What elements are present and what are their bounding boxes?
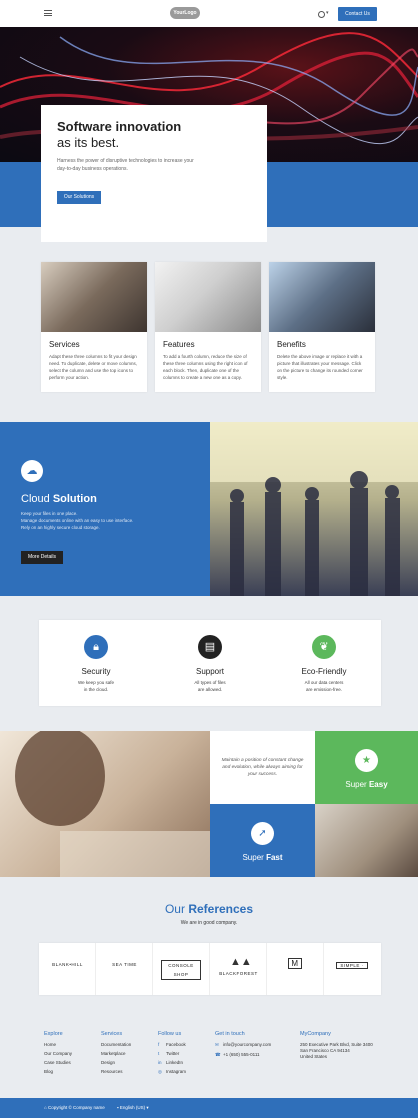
linkedin-icon: in bbox=[158, 1060, 162, 1065]
feature-eco: ❦ Eco-Friendly All our data centers are e… bbox=[267, 620, 381, 706]
footer-services: Services Documentation Marketplace Desig… bbox=[101, 1031, 132, 1074]
features-strip: 🔒︎ Security We keep you safe in the cloud… bbox=[39, 620, 381, 706]
footer-link[interactable]: ☎ +1 (650) 555-0111 bbox=[215, 1052, 271, 1058]
feature-text: All our data centers are emission-free. bbox=[304, 680, 344, 692]
hero-description: Harness the power of disruptive technolo… bbox=[57, 158, 194, 172]
footer-link[interactable]: Blog bbox=[44, 1069, 72, 1074]
reference-logo[interactable]: CONSOLE SHOP bbox=[153, 943, 210, 995]
card-features: Features To add a fourth column, reduce … bbox=[155, 262, 261, 392]
writing-woman-image bbox=[0, 731, 210, 877]
envelope-icon: ✉ bbox=[215, 1042, 219, 1047]
footer-touch: Get in touch ✉ info@yourcompany.com ☎ +1 (… bbox=[215, 1031, 272, 1058]
lock-icon: 🔒︎ bbox=[84, 635, 108, 659]
reference-logo[interactable]: SEA TIME bbox=[96, 943, 153, 995]
reference-logo[interactable]: M bbox=[267, 943, 324, 995]
references-title: Our References bbox=[164, 902, 254, 916]
feature-title: Support bbox=[195, 667, 225, 676]
feature-title: Eco-Friendly bbox=[301, 667, 347, 676]
address-line: San Francisco CA 94134 bbox=[300, 1048, 350, 1053]
super-fast-label: Super Fast bbox=[242, 853, 283, 862]
feature-cards: Services Adapt these three columns to fi… bbox=[41, 262, 376, 392]
feature-text: We keep you safe in the cloud. bbox=[78, 680, 114, 692]
card-text: Delete the above image or replace it wit… bbox=[277, 354, 363, 380]
cloud-section: ☁ Cloud Solution Keep your files in one … bbox=[0, 422, 210, 596]
instagram-icon: ◎ bbox=[158, 1069, 162, 1074]
footer-link[interactable]: Documentation bbox=[101, 1042, 131, 1047]
card-image[interactable] bbox=[269, 262, 375, 332]
footer-link[interactable]: Resources bbox=[101, 1069, 131, 1074]
top-navbar: YourLogo ▾ Contact Us bbox=[0, 0, 418, 27]
reference-logos: BLANK•HILL SEA TIME CONSOLE SHOP BLACKFO… bbox=[39, 943, 381, 995]
card-benefits: Benefits Delete the above image or repla… bbox=[269, 262, 375, 392]
brand-logo[interactable]: YourLogo bbox=[170, 7, 200, 19]
address-line: United States bbox=[300, 1054, 328, 1059]
footer-link[interactable]: in LinkedIn bbox=[158, 1060, 186, 1065]
card-title: Features bbox=[163, 340, 195, 349]
quote-text: Maintain a position of constant change a… bbox=[210, 731, 315, 804]
hero-card: Software innovation as its best. Harness… bbox=[41, 105, 267, 242]
address-line: 250 Executive Park Blvd, Suite 3400 bbox=[300, 1042, 373, 1047]
feature-title: Security bbox=[81, 667, 111, 676]
reference-logo[interactable]: BLACKFOREST ▲▲ bbox=[210, 943, 267, 995]
user-icon[interactable] bbox=[318, 11, 325, 18]
our-solutions-button[interactable]: Our Solutions bbox=[57, 191, 101, 204]
bottom-bar: ⌂ Copyright © Company name ▪ English (US… bbox=[0, 1098, 418, 1118]
contact-us-button[interactable]: Contact Us bbox=[338, 7, 377, 21]
reference-logo[interactable]: SIMPLE · bbox=[324, 943, 381, 995]
team-meeting-image bbox=[315, 804, 418, 877]
hero-section: Software innovation as its best. Harness… bbox=[0, 27, 418, 242]
super-easy-label: Super Easy bbox=[345, 780, 388, 789]
rocket-icon: ➚ bbox=[251, 822, 274, 845]
feature-text: All types of files are allowed. bbox=[194, 680, 226, 692]
footer-follow: Follow us f Facebook t Twitter in LinkedIn … bbox=[158, 1031, 187, 1075]
card-title: Benefits bbox=[277, 340, 306, 349]
footer-explore: Explore Home Our Company Case Studies Bl… bbox=[44, 1031, 73, 1074]
footer-link[interactable]: f Facebook bbox=[158, 1042, 186, 1047]
reference-logo[interactable]: BLANK•HILL bbox=[39, 943, 96, 995]
language-selector[interactable]: ▪ English (US) ▾ bbox=[117, 1105, 149, 1111]
footer-link[interactable]: Case Studies bbox=[44, 1060, 72, 1065]
card-text: To add a fourth column, reduce the size … bbox=[163, 354, 248, 380]
hero-title: Software innovation bbox=[57, 119, 182, 134]
file-icon: ▤ bbox=[198, 635, 222, 659]
leaf-icon: ❦ bbox=[312, 635, 336, 659]
footer-link[interactable]: ✉ info@yourcompany.com bbox=[215, 1042, 271, 1048]
phone-icon: ☎ bbox=[215, 1052, 221, 1057]
card-text: Adapt these three columns to fit your de… bbox=[49, 354, 137, 380]
super-fast-tile: ➚ Super Fast bbox=[210, 804, 315, 877]
footer-link[interactable]: Marketplace bbox=[101, 1051, 131, 1056]
footer-link[interactable]: Home bbox=[44, 1042, 72, 1047]
footer-link[interactable]: t Twitter bbox=[158, 1051, 186, 1056]
cloud-text: Keep your files in one place. Manage doc… bbox=[21, 511, 134, 530]
facebook-icon: f bbox=[158, 1042, 160, 1047]
twitter-icon: t bbox=[158, 1051, 160, 1056]
more-details-button[interactable]: More Details bbox=[21, 551, 63, 564]
super-easy-tile: ★ Super Easy bbox=[315, 731, 418, 804]
card-services: Services Adapt these three columns to fi… bbox=[41, 262, 147, 392]
feature-support: ▤ Support All types of files are allowed. bbox=[153, 620, 267, 706]
business-people-image bbox=[210, 422, 418, 596]
footer-link[interactable]: Our Company bbox=[44, 1051, 72, 1056]
footer: Explore Home Our Company Case Studies Bl… bbox=[0, 1020, 418, 1098]
card-image[interactable] bbox=[41, 262, 147, 332]
cloud-title: Cloud Solution bbox=[21, 493, 97, 505]
feature-security: 🔒︎ Security We keep you safe in the cloud… bbox=[39, 620, 153, 706]
card-title: Services bbox=[49, 340, 80, 349]
card-image[interactable] bbox=[155, 262, 261, 332]
references-subtitle: We are in good company. bbox=[180, 920, 238, 926]
hero-subtitle: as its best. bbox=[57, 135, 120, 150]
chevron-down-icon[interactable]: ▾ bbox=[326, 10, 329, 16]
footer-link[interactable]: Design bbox=[101, 1060, 131, 1065]
footer-link[interactable]: ◎ Instagram bbox=[158, 1069, 186, 1075]
menu-icon[interactable] bbox=[44, 10, 52, 16]
copyright: ⌂ Copyright © Company name bbox=[44, 1105, 105, 1110]
footer-company: MyCompany 250 Executive Park Blvd, Suite… bbox=[300, 1031, 373, 1059]
tree-icon: ▲▲ bbox=[230, 956, 252, 968]
star-icon: ★ bbox=[355, 749, 378, 772]
cloud-icon: ☁ bbox=[21, 460, 43, 482]
